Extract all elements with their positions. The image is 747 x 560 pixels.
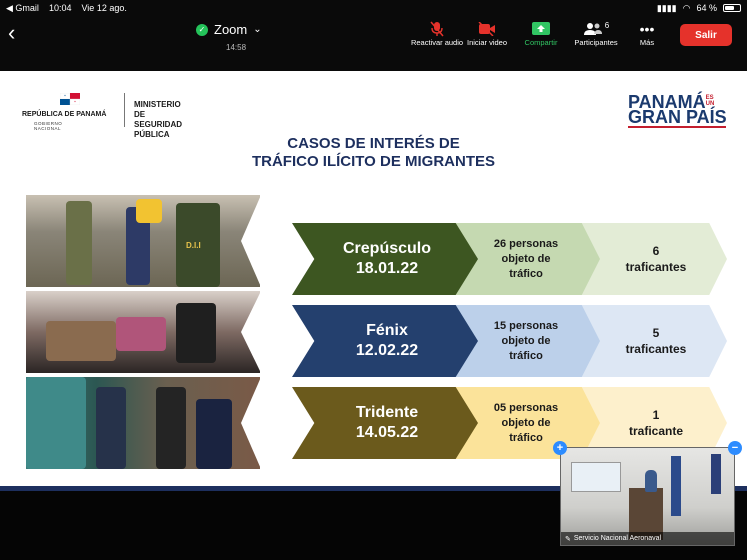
traffickers-label: traficantes — [625, 342, 687, 356]
panama-brand-logo: PANAMÁES UN GRAN PAÍS — [628, 93, 727, 128]
logo-divider — [124, 93, 125, 127]
case-date: 12.02.22 — [355, 342, 419, 359]
collapse-video-button[interactable]: − — [728, 441, 742, 455]
date: Vie 12 ago. — [81, 2, 127, 13]
case-date: 18.01.22 — [355, 260, 419, 277]
traffickers-count: 6 — [652, 244, 660, 258]
signal-icon: ▮▮▮▮ — [656, 2, 677, 13]
traffickers-count: 5 — [652, 326, 660, 340]
persons-count: 05 personas — [493, 401, 559, 414]
shield-check-icon: ✓ — [196, 23, 208, 36]
case-name-label: Tridente — [355, 404, 419, 421]
share-label: Compartir — [524, 38, 558, 47]
case-name: Fénix 12.02.22 — [312, 305, 462, 377]
microphone-muted-icon — [410, 20, 464, 38]
participant-name: Servicio Nacional Aeronaval — [573, 535, 662, 542]
case-name: Tridente 14.05.22 — [312, 387, 462, 459]
participant-name-label: ✎ Servicio Nacional Aeronaval — [561, 532, 734, 545]
case-traffickers: 6 traficantes — [597, 223, 715, 295]
flag-right — [711, 454, 721, 494]
participant-video-tile[interactable]: ✎ Servicio Nacional Aeronaval — [560, 447, 735, 546]
persons-line-3: tráfico — [509, 267, 543, 280]
case-name: Crepúsculo 18.01.22 — [312, 223, 462, 295]
chevron-down-icon: ⌄ — [253, 24, 262, 35]
case-persons: 15 personas objeto de tráfico — [468, 305, 584, 377]
participants-label: Participantes — [574, 38, 618, 47]
share-screen-icon — [518, 20, 564, 38]
case-photo-1: D.I.I — [26, 195, 260, 287]
case-persons: 26 personas objeto de tráfico — [468, 223, 584, 295]
projector-screen — [571, 462, 621, 492]
participants-count: 6 — [604, 20, 610, 30]
pin-icon: ✎ — [565, 535, 571, 543]
speaker — [645, 470, 657, 492]
case-name-label: Crepúsculo — [342, 240, 431, 257]
panama-flag-icon — [60, 93, 80, 105]
leave-button[interactable]: Salir — [680, 24, 732, 46]
persons-line-2: objeto de — [501, 252, 551, 265]
meeting-elapsed-time: 14:58 — [226, 43, 247, 52]
slide-title-line-1: CASOS DE INTERÉS DE — [287, 135, 460, 152]
photo-badge: D.I.I — [186, 241, 201, 250]
meeting-title: Zoom — [214, 22, 248, 37]
battery-percent: 64 % — [696, 3, 717, 13]
persons-line-3: tráfico — [509, 431, 543, 444]
org-name: REPÚBLICA DE PANAMÁ — [22, 111, 107, 118]
persons-line-2: objeto de — [501, 416, 551, 429]
start-video-label: Iniciar video — [466, 38, 508, 47]
flag-left — [671, 456, 681, 516]
battery-fill — [725, 6, 734, 10]
shared-screen-slide: REPÚBLICA DE PANAMÁ GOBIERNO NACIONAL MI… — [0, 71, 747, 489]
more-dots-icon: ••• — [639, 21, 655, 37]
brand-es-un: ES UN — [705, 95, 715, 107]
back-chevron-icon[interactable]: ‹ — [8, 22, 15, 44]
case-photo-3 — [26, 377, 260, 469]
unmute-label: Reactivar audio — [410, 38, 464, 47]
clock: 10:04 — [48, 2, 72, 13]
more-label: Más — [639, 38, 655, 47]
brand-line-2: GRAN PAÍS — [628, 107, 727, 127]
expand-video-button[interactable]: + — [553, 441, 567, 455]
ministry-name: MINISTERIO DE SEGURIDAD PÚBLICA — [134, 100, 182, 140]
video-off-icon — [462, 20, 512, 38]
ministry-line-1: MINISTERIO DE — [134, 100, 181, 119]
persons-line-3: tráfico — [509, 349, 543, 362]
persons-line-2: objeto de — [501, 334, 551, 347]
traffickers-label: traficantes — [625, 260, 687, 274]
case-name-label: Fénix — [366, 322, 408, 339]
org-subtitle: GOBIERNO NACIONAL — [34, 121, 63, 131]
zoom-window: ◀ Gmail 10:04 Vie 12 ago. ▮▮▮▮ ◠ 64 % ‹ … — [0, 0, 747, 560]
traffickers-label: traficante — [628, 424, 684, 438]
status-bar: ◀ Gmail 10:04 Vie 12 ago. ▮▮▮▮ ◠ 64 % — [0, 0, 747, 16]
unmute-button[interactable]: Reactivar audio — [410, 20, 464, 47]
share-button[interactable]: Compartir — [518, 20, 564, 47]
wifi-icon: ◠ — [682, 2, 691, 13]
battery-icon — [723, 4, 741, 12]
start-video-button[interactable]: Iniciar video — [462, 20, 512, 47]
meeting-title-dropdown[interactable]: ✓ Zoom ⌄ — [196, 22, 262, 37]
persons-count: 26 personas — [493, 237, 559, 250]
slide-title-line-2: TRÁFICO ILÍCITO DE MIGRANTES — [251, 153, 496, 170]
participants-button[interactable]: 6 Participantes — [568, 20, 624, 48]
persons-count: 15 personas — [493, 319, 559, 332]
back-to-app[interactable]: ◀ Gmail — [6, 3, 39, 14]
meeting-toolbar: ‹ ✓ Zoom ⌄ 14:58 Reactivar audio Iniciar… — [0, 16, 747, 56]
case-date: 14.05.22 — [355, 424, 419, 441]
participants-icon: 6 — [568, 20, 624, 38]
case-photo-2 — [26, 291, 260, 373]
more-button[interactable]: ••• Más — [634, 20, 660, 47]
case-traffickers: 5 traficantes — [597, 305, 715, 377]
traffickers-count: 1 — [652, 408, 660, 422]
